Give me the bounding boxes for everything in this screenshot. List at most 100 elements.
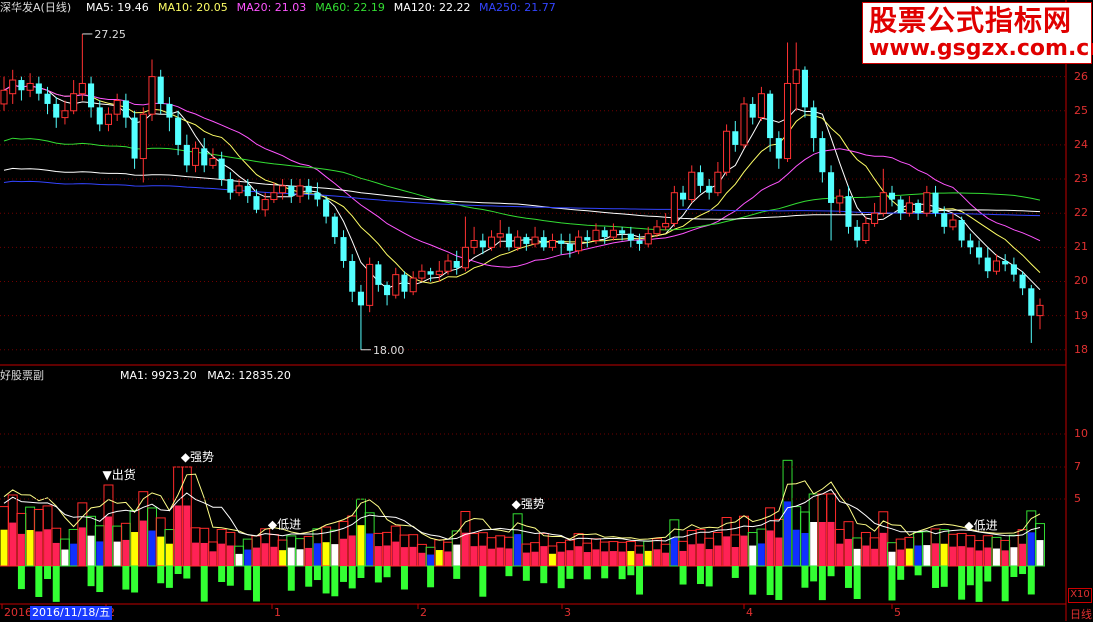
candle-body <box>305 185 312 193</box>
sub-ma-legend-item: MA2: 12835.20 <box>207 369 291 382</box>
volume-bar <box>165 543 173 566</box>
volume-bar <box>636 553 644 566</box>
volume-bar <box>818 522 826 566</box>
volume-bar <box>540 546 548 566</box>
volume-bar <box>17 533 25 566</box>
candle-body <box>862 222 870 242</box>
candle-body <box>261 199 269 211</box>
candle-body <box>191 147 200 166</box>
candle-body <box>636 240 643 244</box>
candle-body <box>314 192 321 200</box>
negative-bar <box>17 566 25 590</box>
negative-bar <box>827 566 835 577</box>
candle-body <box>923 192 931 214</box>
volume-bar <box>731 547 739 566</box>
time-tick-label: 5 <box>894 606 901 619</box>
chart-canvas: 27.25 18.00 ▼出货 ◆强势 ◆低进 ◆强势 ◆低进 <box>0 0 1067 621</box>
volume-bar <box>514 534 522 566</box>
price-tick-label: 26 <box>1074 69 1088 83</box>
candle-body <box>113 100 121 115</box>
candle-body <box>680 192 687 200</box>
volume-bar <box>122 539 130 566</box>
negative-bar <box>357 566 365 578</box>
candle-body <box>976 247 983 258</box>
volume-bar <box>209 551 217 566</box>
volume-bar <box>1036 540 1044 566</box>
volume-bar <box>644 550 652 566</box>
candle-body <box>53 103 60 118</box>
volume-bar <box>357 525 365 566</box>
candle-body <box>992 260 1001 272</box>
signal-annotation: ◆强势 <box>512 497 545 511</box>
ma-legend-item: MA250: 21.77 <box>479 1 556 14</box>
candle-body <box>958 220 965 241</box>
negative-bar <box>897 566 905 580</box>
candle-body <box>871 212 879 224</box>
volume-bar <box>131 532 139 566</box>
candle-body <box>296 185 304 197</box>
volume-bar <box>627 551 635 566</box>
candle-body <box>35 83 42 94</box>
price-tick-label: 18 <box>1074 342 1088 356</box>
candle-body <box>375 264 382 285</box>
negative-bar <box>340 566 348 582</box>
volume-bar <box>757 543 765 566</box>
time-tick-label: 4 <box>746 606 753 619</box>
negative-bar <box>244 566 252 591</box>
negative-bar <box>540 566 548 584</box>
volume-bar <box>548 553 556 566</box>
negative-bar <box>984 566 992 582</box>
volume-bar <box>601 551 609 566</box>
candle-body <box>775 138 782 159</box>
volume-bar <box>44 529 52 566</box>
candle-body <box>949 219 957 228</box>
candle-body <box>845 196 852 227</box>
candle-body <box>157 76 164 104</box>
volume-bar <box>688 544 696 566</box>
negative-bar <box>853 566 861 600</box>
candle-body <box>584 237 591 241</box>
candle-body <box>209 158 217 166</box>
price-tick-label: 20 <box>1074 274 1088 288</box>
negative-bar <box>801 566 809 588</box>
volume-bar <box>226 545 234 566</box>
negative-bar <box>226 566 234 586</box>
negative-bar <box>331 566 339 597</box>
sub-tick-label: 5 <box>1074 492 1081 505</box>
candle-body <box>270 192 278 201</box>
negative-bar <box>932 566 940 588</box>
volume-bar <box>749 545 757 566</box>
volume-bar <box>96 541 104 566</box>
negative-bar <box>975 566 983 602</box>
volume-bar <box>522 552 530 566</box>
price-annotation: 18.00 <box>373 344 405 357</box>
volume-bar <box>505 548 513 566</box>
volume-bar <box>157 536 165 566</box>
candle-body <box>392 274 400 296</box>
volume-bar <box>940 543 948 566</box>
candle-body <box>148 76 156 115</box>
candle-body <box>227 179 234 193</box>
volume-bar <box>104 516 112 566</box>
volume-bar <box>592 549 600 566</box>
ma60-line <box>3 137 1041 231</box>
volume-bar <box>975 550 983 566</box>
candle-body <box>183 144 190 166</box>
ma10-line <box>3 84 1041 284</box>
candle-body <box>218 158 225 180</box>
watermark-url: www.gsgzx.com.cn <box>869 36 1093 61</box>
volume-bar <box>392 541 400 566</box>
negative-bar <box>200 566 208 602</box>
volume-bar <box>992 548 1000 566</box>
candle-body <box>801 69 808 108</box>
scale-button[interactable]: X10 <box>1068 588 1092 603</box>
negative-bar <box>157 566 165 584</box>
candle-body <box>131 117 138 159</box>
candle-body <box>505 233 512 248</box>
volume-bar <box>844 538 852 566</box>
candle-body <box>879 192 887 214</box>
volume-bar <box>470 546 478 566</box>
candle-body <box>540 237 547 248</box>
volume-bar <box>400 547 408 566</box>
volume-bar <box>705 549 713 566</box>
